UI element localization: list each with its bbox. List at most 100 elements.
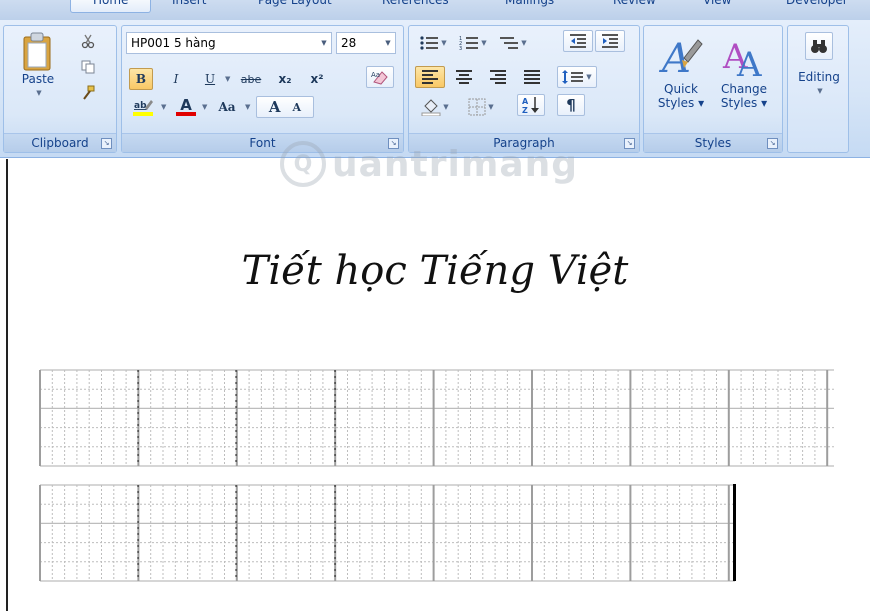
- change-styles-button[interactable]: A A Change Styles ▾: [712, 32, 776, 110]
- shrink-font-button[interactable]: A: [293, 101, 302, 114]
- font-size-combo[interactable]: 28 ▼: [336, 32, 396, 54]
- ribbon-tab-strip: Home Insert Page Layout References Maili…: [0, 0, 870, 20]
- copy-button[interactable]: [76, 56, 100, 78]
- underline-dropdown-arrow[interactable]: ▼: [225, 75, 230, 83]
- increase-indent-button[interactable]: [595, 30, 625, 52]
- tab-insert[interactable]: Insert: [172, 0, 206, 13]
- decrease-indent-icon: [570, 34, 586, 48]
- font-color-button[interactable]: A: [173, 96, 199, 118]
- page-left-edge: [6, 159, 8, 611]
- align-left-button[interactable]: [415, 66, 445, 88]
- svg-text:A: A: [522, 97, 529, 106]
- grow-shrink-font-buttons: A A: [256, 96, 314, 118]
- strikethrough-button[interactable]: abe: [235, 68, 267, 90]
- styles-group-label: Styles: [644, 133, 782, 152]
- quick-styles-icon: A: [658, 36, 703, 82]
- font-size-value: 28: [341, 36, 357, 50]
- multilevel-list-button[interactable]: ▼: [495, 32, 531, 54]
- font-group-label: Font: [122, 133, 403, 152]
- clear-formatting-icon: Aa: [371, 71, 388, 85]
- clipboard-group-label-text: Clipboard: [31, 136, 89, 150]
- ribbon: Paste ▼ Clipboard ↘ HP001 5 hàng ▼ 28 ▼ …: [0, 20, 870, 158]
- line-spacing-dropdown-arrow[interactable]: ▼: [586, 73, 591, 81]
- grow-font-button[interactable]: A: [269, 98, 293, 116]
- cut-button[interactable]: [76, 30, 100, 52]
- change-case-dropdown-arrow[interactable]: ▼: [245, 103, 250, 111]
- scissors-icon: [81, 34, 95, 49]
- increase-indent-icon: [602, 34, 618, 48]
- quick-styles-button[interactable]: A Quick Styles ▾: [650, 32, 712, 110]
- numbering-button[interactable]: 1 2 3 ▼: [455, 32, 491, 54]
- shading-dropdown-arrow[interactable]: ▼: [443, 103, 448, 111]
- sort-button[interactable]: A Z: [517, 94, 545, 116]
- quick-styles-line1: Quick: [664, 82, 698, 96]
- align-center-icon: [456, 70, 472, 84]
- styles-group: A Quick Styles ▾ A A Change Styles ▾ Sty…: [643, 25, 783, 153]
- document-page[interactable]: [0, 159, 870, 611]
- clear-formatting-button[interactable]: Aa: [366, 66, 394, 88]
- tab-page-layout[interactable]: Page Layout: [258, 0, 332, 13]
- multilevel-list-icon: [500, 37, 519, 49]
- superscript-button[interactable]: x²: [302, 68, 332, 90]
- font-dialog-launcher[interactable]: ↘: [388, 138, 399, 149]
- bullets-dropdown-arrow[interactable]: ▼: [441, 39, 446, 47]
- editing-icon-frame: [805, 32, 833, 60]
- shading-button[interactable]: ▼: [417, 96, 453, 118]
- subscript-button[interactable]: x₂: [270, 68, 300, 90]
- align-right-button[interactable]: [483, 66, 513, 88]
- show-hide-formatting-button[interactable]: ¶: [557, 94, 585, 116]
- line-spacing-icon: [562, 70, 584, 84]
- paragraph-group-label: Paragraph: [409, 133, 639, 152]
- tab-mailings[interactable]: Mailings: [505, 0, 554, 13]
- borders-dropdown-arrow[interactable]: ▼: [488, 103, 493, 111]
- bullet-list-icon: [420, 36, 439, 50]
- highlight-dropdown-arrow[interactable]: ▼: [161, 103, 166, 111]
- align-right-icon: [490, 70, 506, 84]
- clipboard-dialog-launcher[interactable]: ↘: [101, 138, 112, 149]
- editing-dropdown-arrow[interactable]: ▼: [817, 84, 822, 98]
- bullets-button[interactable]: ▼: [415, 32, 451, 54]
- document-heading: Tiết học Tiếng Việt: [241, 248, 629, 294]
- tab-developer[interactable]: Developer: [786, 0, 848, 13]
- font-size-dropdown-arrow[interactable]: ▼: [381, 33, 395, 53]
- paragraph-group-label-text: Paragraph: [493, 136, 555, 150]
- align-left-icon: [422, 70, 438, 84]
- justify-button[interactable]: [517, 66, 547, 88]
- change-case-button[interactable]: Aa: [212, 96, 242, 118]
- decrease-indent-button[interactable]: [563, 30, 593, 52]
- styles-dialog-launcher[interactable]: ↘: [767, 138, 778, 149]
- tab-references[interactable]: References: [382, 0, 449, 13]
- borders-icon: [468, 98, 486, 116]
- font-color-dropdown-arrow[interactable]: ▼: [202, 103, 207, 111]
- paste-dropdown-arrow[interactable]: ▼: [36, 86, 41, 100]
- font-name-dropdown-arrow[interactable]: ▼: [317, 33, 331, 53]
- justify-icon: [524, 70, 540, 84]
- tab-review[interactable]: Review: [613, 0, 656, 13]
- paintbrush-icon: [83, 85, 95, 100]
- underline-button[interactable]: U: [198, 68, 222, 90]
- bold-button[interactable]: B: [129, 68, 153, 90]
- clipboard-group: Paste ▼ Clipboard ↘: [3, 25, 117, 153]
- tab-view[interactable]: View: [703, 0, 731, 13]
- clipboard-paste-icon: [23, 32, 51, 71]
- multilevel-dropdown-arrow[interactable]: ▼: [521, 39, 526, 47]
- line-spacing-button[interactable]: ▼: [557, 66, 597, 88]
- font-name-combo[interactable]: HP001 5 hàng ▼: [126, 32, 332, 54]
- paragraph-dialog-launcher[interactable]: ↘: [624, 138, 635, 149]
- tab-home[interactable]: Home: [70, 0, 152, 13]
- styles-group-label-text: Styles: [694, 136, 732, 150]
- format-painter-button[interactable]: [76, 82, 100, 104]
- editing-button[interactable]: Editing ▼: [790, 32, 848, 98]
- font-color-letter: A: [180, 96, 192, 114]
- paste-button[interactable]: Paste ▼: [16, 32, 60, 100]
- numbering-dropdown-arrow[interactable]: ▼: [481, 39, 486, 47]
- font-color-swatch: [176, 112, 196, 116]
- italic-button[interactable]: I: [164, 68, 188, 90]
- editing-label: Editing: [798, 70, 840, 84]
- text-cursor: [733, 484, 736, 581]
- align-center-button[interactable]: [449, 66, 479, 88]
- borders-button[interactable]: ▼: [459, 96, 503, 118]
- change-styles-line1: Change: [721, 82, 767, 96]
- font-group-label-text: Font: [249, 136, 276, 150]
- text-highlight-button[interactable]: ab: [128, 96, 158, 118]
